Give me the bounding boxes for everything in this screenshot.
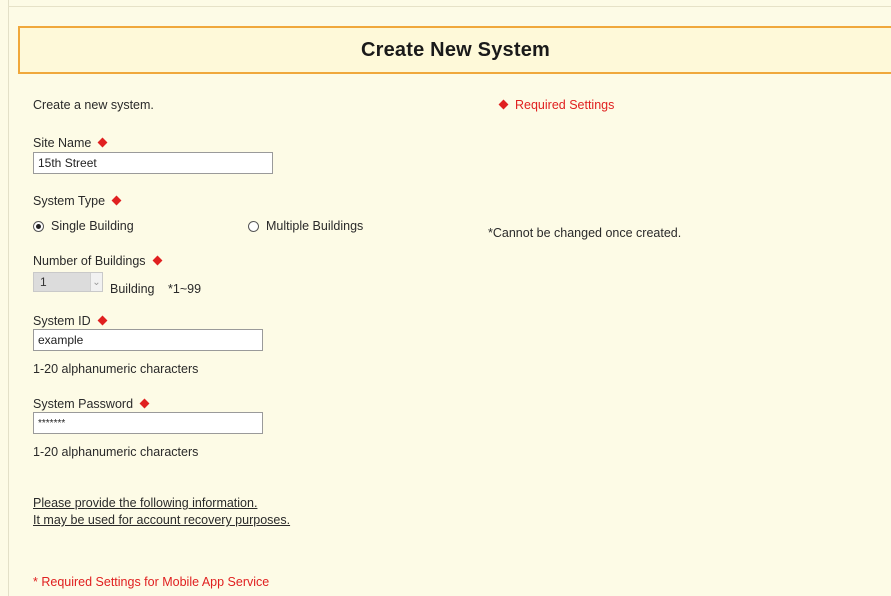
mobile-required-note: * Required Settings for Mobile App Servi… — [33, 575, 270, 589]
buildings-label: Number of Buildings — [33, 254, 163, 268]
page-title: Create New System — [360, 38, 551, 61]
system-type-label-text: System Type — [33, 194, 106, 208]
system-id-label-text: System ID — [33, 314, 91, 328]
site-name-label-text: Site Name — [33, 136, 92, 150]
radio-multiple-buildings-label: Multiple Buildings — [266, 219, 364, 233]
left-divider — [8, 0, 9, 596]
system-password-label: System Password — [33, 397, 150, 411]
required-diamond-icon — [97, 315, 108, 326]
site-name-label: Site Name — [33, 136, 108, 150]
recovery-info-link-line2[interactable]: It may be used for account recovery purp… — [33, 513, 290, 527]
site-name-input[interactable] — [33, 152, 273, 174]
title-bar: Create New System — [18, 26, 891, 74]
system-type-note: *Cannot be changed once created. — [488, 226, 682, 240]
buildings-range: *1~99 — [168, 282, 202, 296]
recovery-info-link-line1[interactable]: Please provide the following information… — [33, 496, 257, 510]
chevron-down-icon[interactable]: ⌄ — [90, 273, 102, 291]
system-password-input[interactable] — [33, 412, 263, 434]
radio-single-building[interactable]: Single Building — [33, 219, 134, 233]
radio-single-building-label: Single Building — [51, 219, 134, 233]
required-diamond-icon — [498, 99, 509, 110]
buildings-unit: Building — [110, 282, 155, 296]
intro-text: Create a new system. — [33, 98, 154, 112]
required-diamond-icon — [111, 195, 122, 206]
system-id-hint: 1-20 alphanumeric characters — [33, 362, 199, 376]
system-type-label: System Type — [33, 194, 122, 208]
radio-unchecked-icon[interactable] — [248, 220, 259, 232]
system-id-input[interactable] — [33, 329, 263, 351]
required-diamond-icon — [139, 398, 150, 409]
system-password-label-text: System Password — [33, 397, 134, 411]
system-password-hint: 1-20 alphanumeric characters — [33, 445, 199, 459]
radio-checked-icon[interactable] — [33, 220, 44, 232]
buildings-select-value: 1 — [34, 273, 90, 291]
required-diamond-icon — [97, 137, 108, 148]
required-settings-label: Required Settings — [515, 98, 615, 112]
radio-multiple-buildings[interactable]: Multiple Buildings — [248, 219, 363, 233]
required-diamond-icon — [152, 255, 163, 266]
buildings-select[interactable]: 1 ⌄ — [33, 272, 103, 292]
top-divider — [8, 6, 891, 7]
system-id-label: System ID — [33, 314, 108, 328]
required-settings-note: Required Settings — [498, 98, 615, 112]
buildings-label-text: Number of Buildings — [33, 254, 146, 268]
create-system-page: Create New System Create a new system. R… — [0, 0, 891, 596]
